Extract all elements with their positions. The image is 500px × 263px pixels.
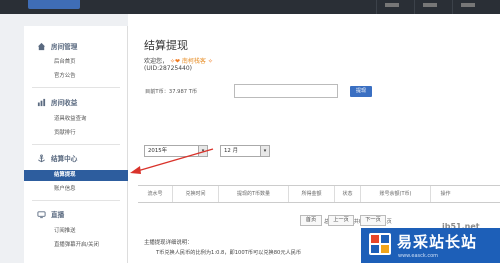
sidebar-item-prop-revenue[interactable]: 道具收益查询 xyxy=(24,114,128,125)
watermark-url: www.easck.com xyxy=(398,253,439,259)
month-select-value: 12 月 xyxy=(224,148,238,154)
pager-prev-button[interactable]: 上一页 xyxy=(328,215,354,226)
month-select[interactable]: 12 月 ▾ xyxy=(220,145,270,157)
anchor-icon xyxy=(37,153,46,163)
sidebar-item-label: 结算提现 xyxy=(54,172,76,178)
instructions-title: 主播提现详细说明： xyxy=(144,240,193,246)
chevron-down-icon: ▾ xyxy=(260,146,269,156)
sidebar-group-title: 房间管理 xyxy=(51,43,78,51)
welcome-text: 欢迎您， ✧❤ 南柯栈客 ✧ xyxy=(144,56,213,65)
pager-first-button[interactable]: 首页 xyxy=(300,215,322,226)
sidebar-group-title: 房间收益 xyxy=(51,99,78,107)
table-header-cell: 兑换时间 xyxy=(172,186,218,202)
username: 南柯栈客 xyxy=(181,58,206,65)
sidebar-item-dashboard[interactable]: 后台首页 xyxy=(24,57,128,68)
sidebar-group-settlement-center[interactable]: 结算中心 xyxy=(24,151,128,165)
records-table-header: 流水号 兑换时间 提现的T币数量 所得金额 状态 账号余额(T币) 操作 xyxy=(138,185,500,203)
top-nav-tab-1[interactable] xyxy=(376,0,414,14)
table-header-cell: 状态 xyxy=(334,186,360,202)
sidebar-group-room-management[interactable]: 房间管理 xyxy=(24,39,128,53)
sidebar-group-live[interactable]: 直播 xyxy=(24,207,128,221)
chevron-down-icon: ▾ xyxy=(198,146,207,156)
top-navbar xyxy=(0,0,500,14)
sidebar-item-settlement-withdraw[interactable]: 结算提现 xyxy=(24,170,133,181)
sidebar-item-account-info[interactable]: 账户信息 xyxy=(24,184,128,195)
table-header-cell: 流水号 xyxy=(147,191,163,197)
page-title: 结算提现 xyxy=(144,39,188,52)
top-nav-tab-3[interactable] xyxy=(452,0,500,14)
year-select[interactable]: 2015年 ▾ xyxy=(144,145,208,157)
sidebar-divider xyxy=(32,144,120,145)
sidebar-item-danmaku-toggle[interactable]: 直播弹幕开启/关闭 xyxy=(24,240,128,251)
withdraw-amount-input[interactable] xyxy=(234,84,338,98)
table-header-cell: 提现的T币数量 xyxy=(218,186,288,202)
heart-icon: ✧❤ xyxy=(169,58,180,65)
tcoin-balance: 目前T币：37.987 T币 xyxy=(145,89,198,95)
sidebar-item-contribution-ranking[interactable]: 贡献排行 xyxy=(24,128,128,139)
withdraw-button[interactable]: 提现 xyxy=(350,86,372,97)
bar-chart-icon xyxy=(37,98,46,107)
table-header-cell: 操作 xyxy=(430,186,460,202)
sidebar-item-subscription-push[interactable]: 订阅推送 xyxy=(24,226,128,237)
sidebar-group-room-revenue[interactable]: 房间收益 xyxy=(24,95,128,109)
sidebar-group-title: 结算中心 xyxy=(51,155,78,163)
pager-next-button[interactable]: 下一页 xyxy=(360,215,386,226)
sidebar-item-announcements[interactable]: 官方公告 xyxy=(24,71,128,82)
sparkle-icon: ✧ xyxy=(207,58,213,65)
year-select-value: 2015年 xyxy=(148,148,168,154)
instructions-line: T币兑换人民币的比例为1:0.8，即100T币可以兑换80元人民币 xyxy=(156,250,302,256)
user-uid: (UID:28725440) xyxy=(144,65,193,72)
sidebar: 房间管理 后台首页 官方公告 房间收益 道具收益查询 贡献排行 结算中心 结算提… xyxy=(24,26,133,263)
monitor-icon xyxy=(37,210,46,219)
brand-button[interactable] xyxy=(28,0,80,9)
sidebar-divider xyxy=(32,87,120,88)
top-nav-tab-2[interactable] xyxy=(414,0,452,14)
home-icon xyxy=(37,42,46,51)
welcome-prefix: 欢迎您， xyxy=(144,58,169,65)
sidebar-divider xyxy=(32,200,120,201)
sidebar-group-title: 直播 xyxy=(51,211,65,219)
table-header-cell: 所得金额 xyxy=(288,186,334,202)
table-header-cell: 账号余额(T币) xyxy=(360,186,430,202)
watermark-logo-icon xyxy=(369,233,391,255)
watermark-name: 易采站长站 xyxy=(397,233,478,251)
